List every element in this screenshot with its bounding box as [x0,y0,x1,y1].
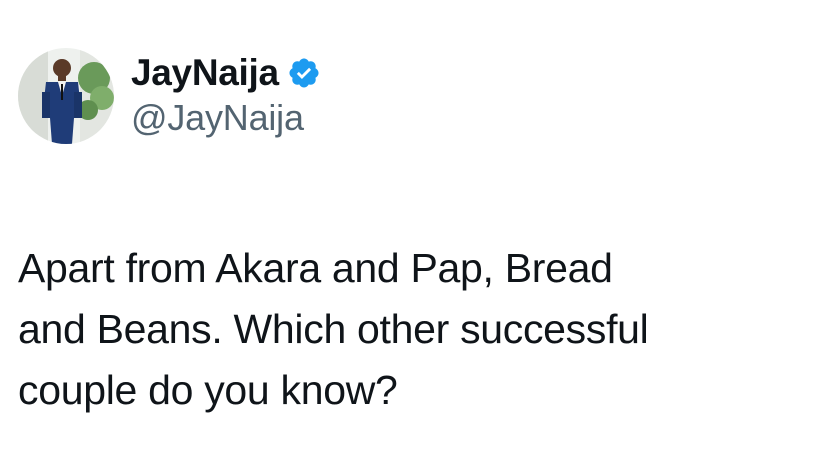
avatar[interactable] [18,48,114,144]
tweet-text-line: Apart from Akara and Pap, Bread [18,245,613,291]
name-row: JayNaija [131,52,321,94]
user-names: JayNaija @JayNaija [131,52,321,140]
tweet-text-line: and Beans. Which other successful [18,306,649,352]
user-handle[interactable]: @JayNaija [131,96,321,140]
verified-badge-icon [287,56,321,90]
avatar-image [18,48,114,144]
tweet-header: JayNaija @JayNaija [18,48,321,144]
tweet-text-line: couple do you know? [18,367,398,413]
tweet-text: Apart from Akara and Pap, Bread and Bean… [18,238,818,421]
display-name[interactable]: JayNaija [131,52,279,94]
tweet-card: JayNaija @JayNaija Apart from Akara and … [0,0,828,465]
